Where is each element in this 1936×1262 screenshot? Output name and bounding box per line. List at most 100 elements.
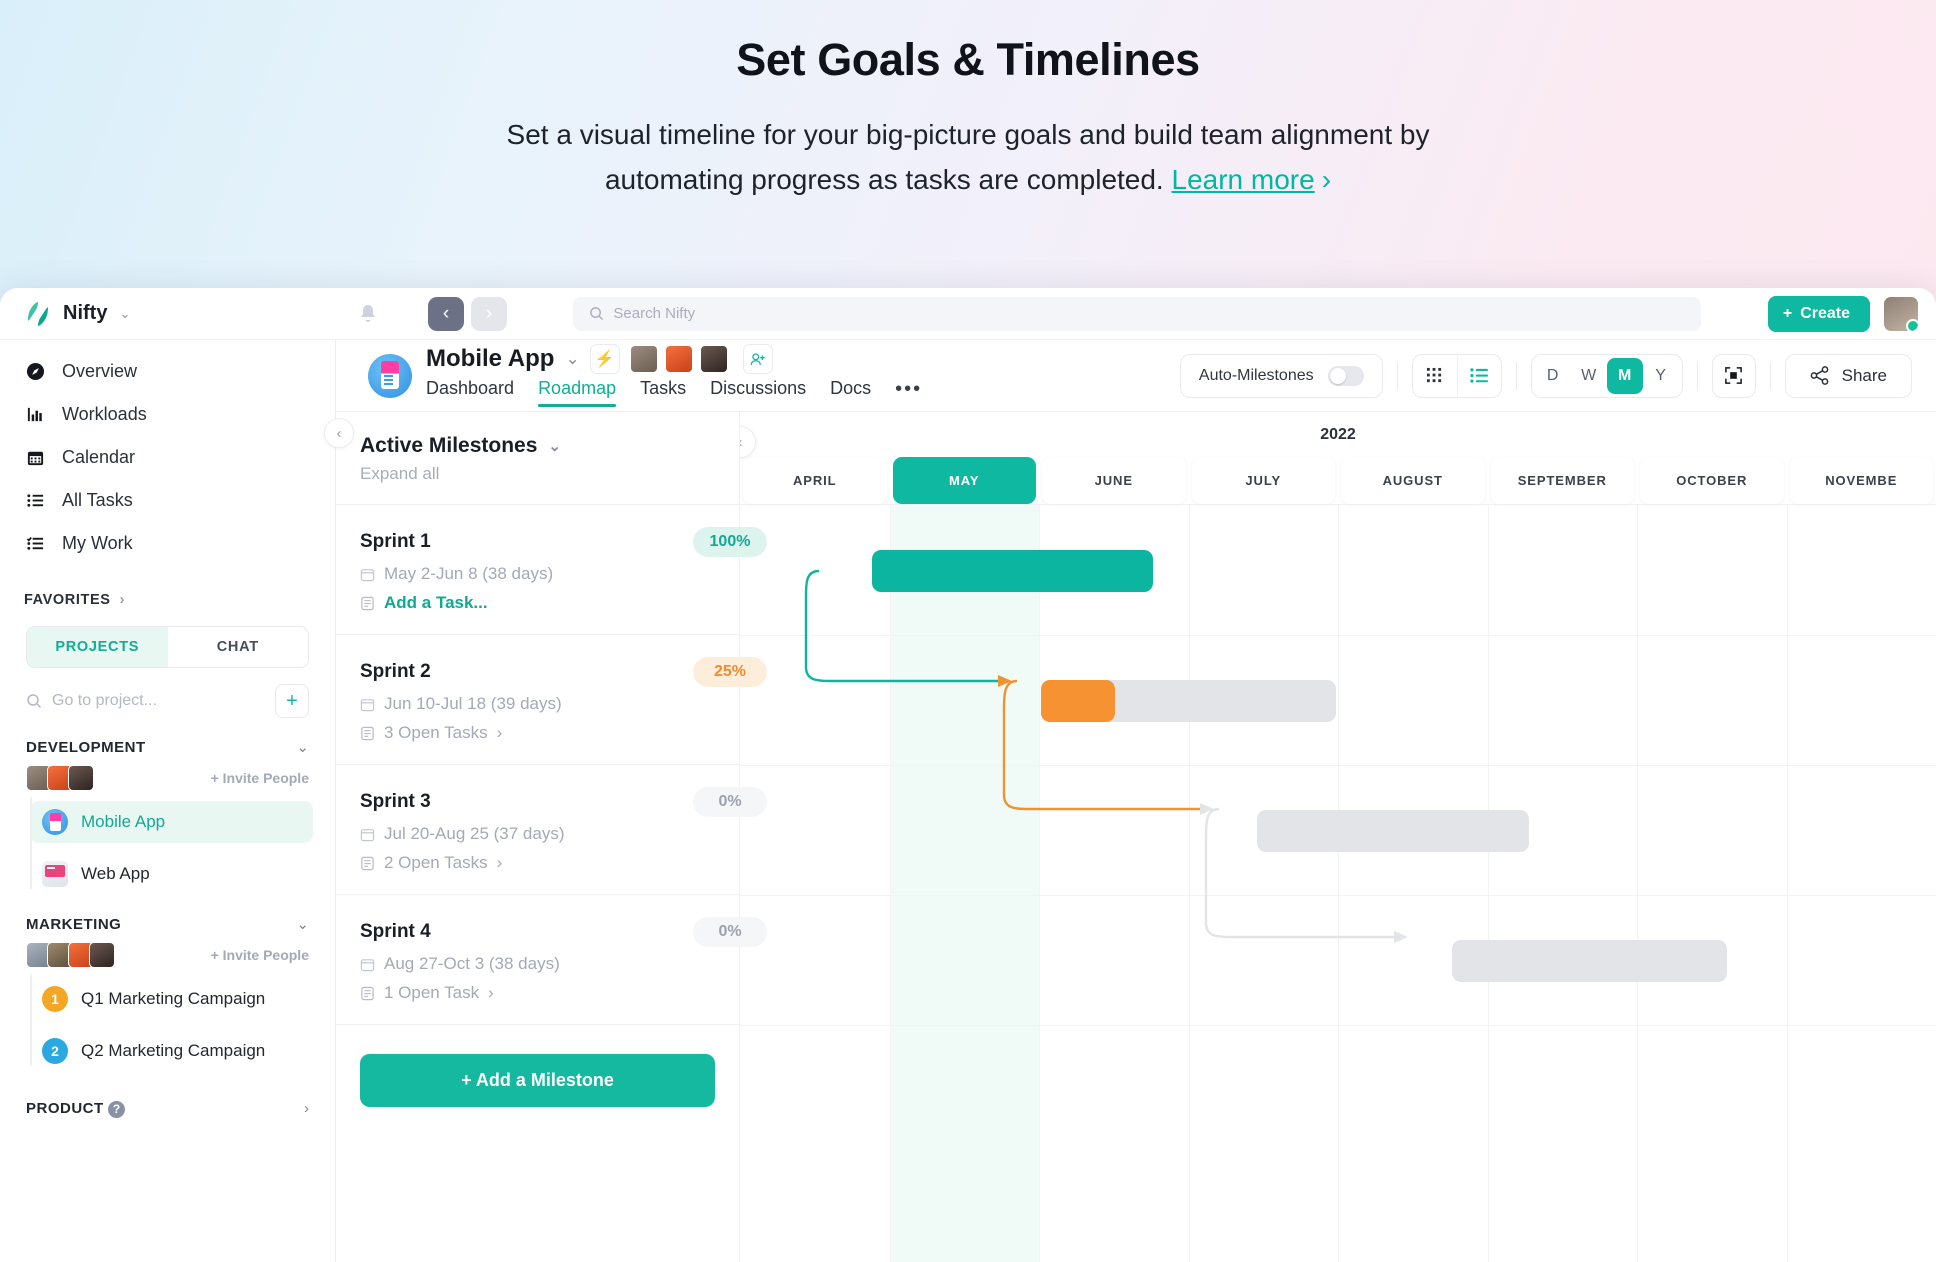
milestone-row[interactable]: Sprint 1 May 2-Jun 8 (38 days) Add a Tas… (336, 504, 767, 634)
chevron-down-icon[interactable]: ⌄ (565, 349, 579, 369)
add-project-button[interactable]: + (275, 684, 309, 718)
expand-all-link[interactable]: Expand all (360, 464, 715, 484)
month-june[interactable]: JUNE (1042, 457, 1186, 504)
divider (1769, 361, 1771, 390)
month-september[interactable]: SEPTEMBER (1490, 457, 1634, 504)
sidebar-item-calendar[interactable]: Calendar (0, 436, 335, 479)
month-july[interactable]: JULY (1191, 457, 1335, 504)
zoom-month-button[interactable]: M (1606, 357, 1643, 394)
month-may[interactable]: MAY (892, 457, 1036, 504)
arrow-head (1394, 931, 1408, 943)
gantt-bar-sprint-4[interactable] (1451, 940, 1727, 982)
sidebar-project-mobile-app[interactable]: Mobile App (30, 801, 313, 843)
invite-people-development[interactable]: + Invite People (211, 770, 309, 786)
search-area: Search Nifty (507, 296, 1768, 331)
more-tabs-button[interactable]: ••• (895, 378, 922, 407)
sidebar: Overview Workloads Calendar All Tasks My… (0, 340, 354, 1262)
sidebar-project-q1-marketing-campaign[interactable]: 1 Q1 Marketing Campaign (30, 978, 313, 1020)
nifty-logo-icon (24, 300, 52, 328)
sidebar-item-my-work[interactable]: My Work (0, 522, 335, 565)
auto-milestones-toggle[interactable]: Auto-Milestones (1179, 353, 1383, 398)
task-small-icon (361, 986, 374, 1000)
milestones-heading[interactable]: Active Milestones ⌄ (360, 434, 715, 458)
invite-people-marketing[interactable]: + Invite People (211, 947, 309, 963)
main-content: Mobile App ⌄ ⚡ Dashboard Roadmap Tasks D… (336, 340, 1936, 1262)
avatar-stack[interactable] (26, 765, 94, 791)
tab-docs[interactable]: Docs (830, 378, 871, 407)
project-avatar-icon (368, 353, 412, 398)
tab-tasks[interactable]: Tasks (640, 378, 686, 407)
share-icon (1810, 366, 1828, 385)
milestone-row[interactable]: Sprint 4 Aug 27-Oct 3 (38 days) 1 Open T… (336, 894, 767, 1024)
group-product[interactable]: PRODUCT ? › (0, 1072, 335, 1118)
learn-more-link[interactable]: Learn more › (1172, 164, 1332, 195)
milestone-open-tasks[interactable]: 2 Open Tasks › (360, 853, 739, 873)
brand-menu[interactable]: Nifty ⌄ (0, 300, 336, 328)
avatar-stack[interactable] (26, 942, 115, 968)
automation-bolt-icon[interactable]: ⚡ (589, 344, 620, 374)
sidebar-item-overview[interactable]: Overview (0, 350, 335, 393)
milestone-open-tasks[interactable]: 3 Open Tasks › (360, 723, 739, 743)
tab-discussions[interactable]: Discussions (710, 378, 806, 407)
sidebar-project-q2-marketing-campaign[interactable]: 2 Q2 Marketing Campaign (30, 1030, 313, 1072)
group-marketing[interactable]: MARKETING ⌄ (0, 895, 335, 934)
chevron-left-icon: ‹ (336, 424, 342, 442)
search-input[interactable]: Search Nifty (573, 296, 1702, 331)
milestone-row[interactable]: Sprint 2 Jun 10-Jul 18 (39 days) 3 Open … (336, 634, 767, 764)
sidebar-collapse-button[interactable]: ‹ (324, 418, 354, 448)
share-button[interactable]: Share (1784, 353, 1912, 398)
gantt-bar-progress-fill (1041, 680, 1115, 722)
milestone-row[interactable]: Sprint 3 Jul 20-Aug 25 (37 days) 2 Open … (336, 764, 767, 894)
sidebar-item-label: My Work (62, 533, 133, 553)
month-april[interactable]: APRIL (743, 457, 887, 504)
project-title: Mobile App (426, 345, 555, 372)
month-october[interactable]: OCTOBER (1640, 457, 1784, 504)
zoom-day-button[interactable]: D (1535, 358, 1571, 394)
add-milestone-button[interactable]: + Add a Milestone (360, 1053, 715, 1107)
calendar-small-icon (360, 568, 375, 581)
milestone-open-tasks[interactable]: 1 Open Task › (360, 983, 739, 1003)
gantt-bar-sprint-1[interactable] (871, 550, 1153, 592)
web-app-icon (42, 861, 68, 887)
milestone-name: Sprint 1 (360, 531, 431, 552)
avatar (699, 345, 728, 373)
project-list-development: Mobile App Web App (0, 791, 335, 895)
help-icon[interactable]: ? (108, 1100, 126, 1118)
tab-dashboard[interactable]: Dashboard (426, 378, 514, 407)
app-body: Overview Workloads Calendar All Tasks My… (0, 340, 1936, 1262)
toggle-switch[interactable] (1327, 365, 1364, 386)
milestone-add-task[interactable]: Add a Task... (360, 593, 739, 613)
favorites-section[interactable]: FAVORITES › (0, 565, 335, 612)
project-search-input[interactable]: Go to project... (52, 692, 265, 710)
add-person-icon[interactable] (742, 344, 773, 374)
create-button[interactable]: + Create (1767, 295, 1870, 332)
milestone-name: Sprint 2 (360, 661, 431, 682)
sidebar-item-workloads[interactable]: Workloads (0, 393, 335, 436)
list-view-icon[interactable] (1456, 354, 1501, 397)
sidebar-project-label: Mobile App (81, 812, 166, 831)
list-icon (24, 491, 46, 510)
sidebar-item-all-tasks[interactable]: All Tasks (0, 479, 335, 522)
gantt-bar-sprint-3[interactable] (1256, 810, 1530, 852)
zoom-week-button[interactable]: W (1571, 358, 1607, 394)
tab-chat[interactable]: CHAT (168, 627, 309, 667)
fullscreen-button[interactable] (1711, 353, 1756, 398)
tab-roadmap[interactable]: Roadmap (538, 378, 617, 407)
zoom-year-button[interactable]: Y (1643, 358, 1679, 394)
nav-forward-button[interactable]: › (471, 296, 507, 331)
month-november[interactable]: NOVEMBE (1789, 457, 1933, 504)
tab-projects[interactable]: PROJECTS (27, 627, 168, 667)
month-august[interactable]: AUGUST (1341, 457, 1485, 504)
group-development[interactable]: DEVELOPMENT ⌄ (0, 718, 335, 757)
notifications-button[interactable] (336, 303, 400, 325)
nav-back-button[interactable]: ‹ (428, 296, 464, 331)
search-icon (590, 307, 604, 321)
divider (1515, 361, 1517, 390)
fullscreen-icon (1725, 367, 1742, 384)
sidebar-item-label: Workloads (62, 404, 147, 424)
sidebar-project-web-app[interactable]: Web App (30, 853, 313, 895)
user-avatar[interactable] (1884, 296, 1918, 331)
grid-view-icon[interactable] (1413, 355, 1457, 397)
timeline-grid[interactable] (740, 504, 1936, 1262)
gantt-bar-sprint-2[interactable] (1041, 680, 1336, 722)
